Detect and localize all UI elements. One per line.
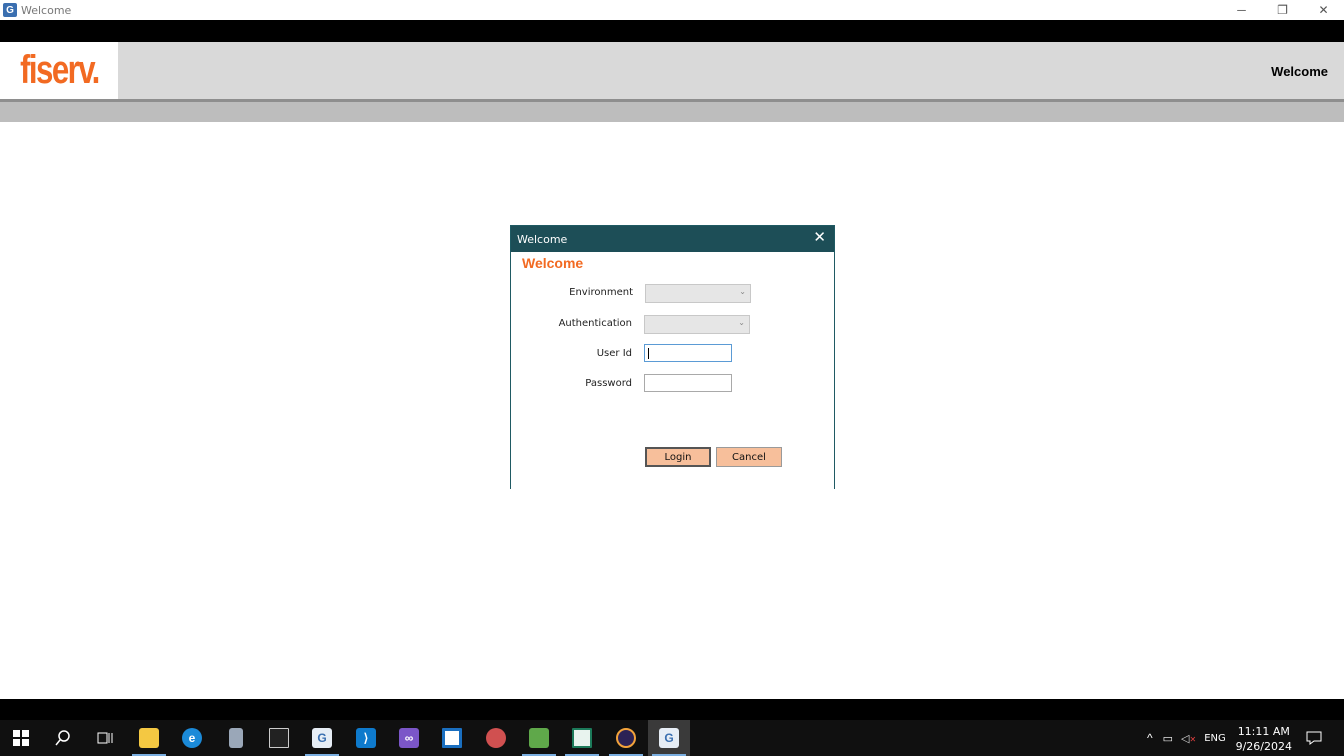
visual-studio-icon[interactable]: ∞ [388,720,430,756]
window-title: Welcome [21,3,72,17]
notepad-icon[interactable] [518,720,560,756]
taskbar-band [0,699,1344,720]
clock[interactable]: 11:11 AM 9/26/2024 [1236,724,1292,754]
password-label: Password [585,378,632,389]
start-icon[interactable] [0,720,42,756]
chevron-down-icon: ⌄ [738,318,745,327]
top-band [0,20,1344,42]
authentication-select[interactable]: ⌄ [644,315,750,334]
window-titlebar: G Welcome ─ ❐ ✕ [0,0,1344,20]
header-title: Welcome [1271,64,1328,79]
system-tray: ^ ▭ ◁✕ ENG [1147,720,1226,756]
volume-muted-icon[interactable]: ◁✕ [1181,732,1196,745]
environment-select[interactable]: ⌄ [645,284,751,303]
welcome-app-icon[interactable]: G [648,720,690,756]
app-logo-icon: G [3,3,17,17]
logo: fiserv. [0,42,118,99]
text-caret [648,348,649,359]
minimize-button[interactable]: ─ [1221,0,1262,20]
terminal-icon[interactable] [258,720,300,756]
app-icon[interactable] [431,720,473,756]
window-close-button[interactable]: ✕ [1303,0,1344,20]
eclipse-icon[interactable] [605,720,647,756]
app-icon[interactable] [475,720,517,756]
app-header: fiserv. Welcome [0,42,1344,99]
dialog-titlebar: Welcome ✕ [511,226,834,252]
file-explorer-icon[interactable] [128,720,170,756]
app-icon[interactable]: G [301,720,343,756]
header-band [0,102,1344,122]
login-button[interactable]: Login [645,447,711,467]
edge-icon[interactable]: e [171,720,213,756]
taskbar: e G ⟩ ∞ G ^ ▭ ◁✕ ENG 11:11 AM 9/26/2024 [0,720,1344,756]
cancel-button[interactable]: Cancel [716,447,782,467]
search-icon[interactable] [42,720,84,756]
authentication-label: Authentication [558,318,632,329]
password-input[interactable] [644,374,732,392]
environment-label: Environment [569,287,633,298]
dialog-heading: Welcome [522,255,584,271]
userid-label: User Id [596,348,632,359]
notifications-icon[interactable] [1306,720,1322,756]
logo-text: fiserv. [19,48,100,92]
network-icon[interactable]: ▭ [1163,732,1173,745]
restore-button[interactable]: ❐ [1262,0,1303,20]
language-indicator[interactable]: ENG [1204,733,1226,744]
chevron-up-icon[interactable]: ^ [1147,731,1153,745]
chevron-down-icon: ⌄ [739,287,746,296]
clock-date: 9/26/2024 [1235,740,1292,753]
window-controls: ─ ❐ ✕ [1221,0,1344,20]
login-dialog: Welcome ✕ Welcome Environment ⌄ Authenti… [510,225,835,489]
vscode-icon[interactable]: ⟩ [345,720,387,756]
clock-time: 11:11 AM [1237,725,1290,738]
dialog-close-button[interactable]: ✕ [813,230,826,246]
task-view-icon[interactable] [84,720,126,756]
dialog-title: Welcome [517,232,568,246]
app-icon[interactable] [215,720,257,756]
userid-input[interactable] [644,344,732,362]
app-icon[interactable] [561,720,603,756]
